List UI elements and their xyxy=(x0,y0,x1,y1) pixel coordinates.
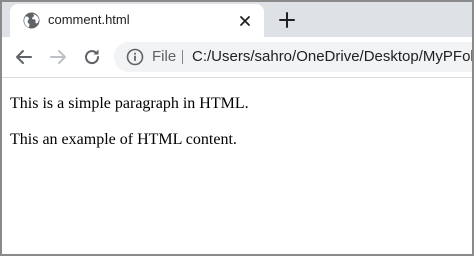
paragraph: This is a simple paragraph in HTML. xyxy=(10,95,249,112)
browser-toolbar: File C:/Users/sahro/OneDrive/Desktop/MyP… xyxy=(2,37,472,78)
page-content: This is a simple paragraph in HTML. This… xyxy=(2,78,472,254)
tab-comment-html[interactable]: comment.html xyxy=(10,4,264,37)
paragraph: This an example of HTML content. xyxy=(10,131,237,148)
plus-icon[interactable] xyxy=(276,9,298,31)
file-scheme-label: File xyxy=(152,48,177,65)
back-arrow-icon[interactable] xyxy=(13,46,35,68)
forward-arrow-icon[interactable] xyxy=(47,46,69,68)
tab-strip: comment.html xyxy=(2,2,472,37)
info-icon[interactable] xyxy=(126,48,144,66)
url-text[interactable]: C:/Users/sahro/OneDrive/Desktop/MyPFolde… xyxy=(192,47,472,67)
tab-title: comment.html xyxy=(48,12,130,27)
close-icon[interactable] xyxy=(236,12,254,30)
reload-icon[interactable] xyxy=(81,46,103,68)
browser-window: comment.html File C:/Users/sahro/OneDriv… xyxy=(0,0,474,256)
globe-icon xyxy=(23,12,40,29)
omnibox-divider xyxy=(182,50,183,64)
address-bar[interactable]: File C:/Users/sahro/OneDrive/Desktop/MyP… xyxy=(114,42,472,72)
